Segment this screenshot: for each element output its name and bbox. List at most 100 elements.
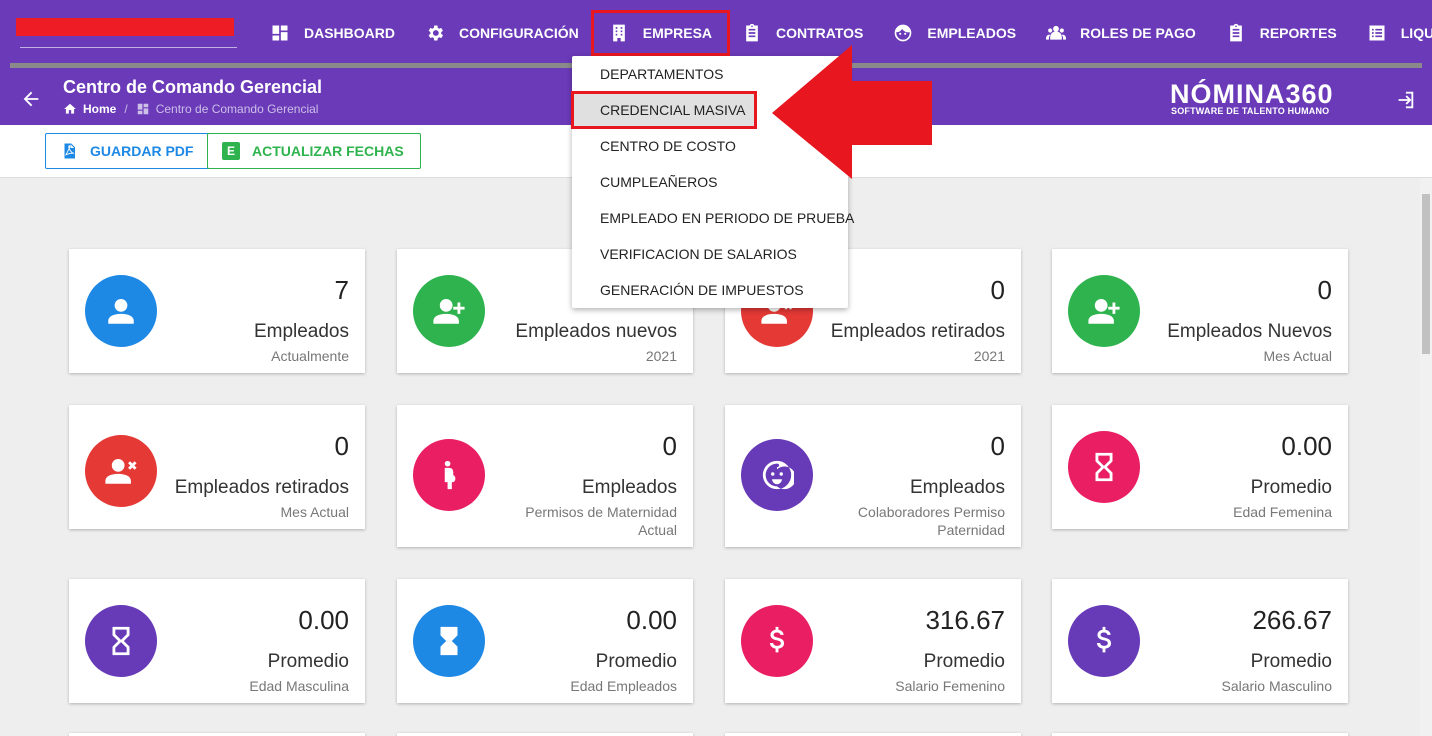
hourglass-icon — [1095, 452, 1113, 482]
card-subtitle: Permisos de Maternidad Actual — [525, 504, 677, 538]
stat-card: 0.00 Promedio Edad Masculina — [69, 579, 365, 703]
annotation-arrow-icon — [772, 45, 932, 179]
scrollbar-thumb[interactable] — [1422, 194, 1430, 354]
card-title: Empleados — [909, 477, 1005, 498]
building-icon — [612, 24, 625, 42]
card-icon-circle — [1068, 275, 1140, 347]
card-icon-circle — [413, 439, 485, 511]
redacted-company-name — [16, 18, 234, 36]
card-subtitle: 2021 — [645, 348, 677, 364]
menu-item-verificacion-salarios[interactable]: VERIFICACION DE SALARIOS — [572, 236, 848, 272]
nav-dashboard[interactable]: DASHBOARD — [255, 13, 410, 53]
company-selector-underline — [20, 47, 237, 48]
stat-card: 0.00 Promedio Edad Femenina — [1052, 405, 1348, 529]
nav-configuracion[interactable]: CONFIGURACIÓN — [410, 13, 594, 53]
menu-item-empleado-periodo-prueba[interactable]: EMPLEADO EN PERIODO DE PRUEBA — [572, 200, 854, 236]
stat-card: 266.67 Promedio Salario Masculino — [1052, 579, 1348, 703]
card-subtitle: Mes Actual — [1263, 348, 1332, 364]
user-plus-icon — [1088, 298, 1120, 324]
card-title: Promedio — [923, 651, 1005, 672]
card-title: Promedio — [1250, 651, 1332, 672]
nav-label: CONFIGURACIÓN — [459, 25, 579, 41]
card-value: 0 — [990, 275, 1005, 305]
save-pdf-button[interactable]: GUARDAR PDF — [45, 133, 211, 169]
card-value: 266.67 — [1252, 605, 1332, 635]
card-value: 0 — [334, 431, 349, 461]
back-arrow-icon[interactable] — [20, 88, 42, 110]
nav-label: ROLES DE PAGO — [1080, 25, 1196, 41]
card-value: 0.00 — [626, 605, 677, 635]
card-title: Empleados retirados — [830, 321, 1005, 342]
breadcrumb: Home / Centro de Comando Gerencial — [63, 102, 318, 116]
card-icon-circle — [1068, 431, 1140, 503]
card-value: 0.00 — [1281, 431, 1332, 461]
card-subtitle: Edad Masculina — [249, 678, 349, 694]
logout-icon[interactable] — [1394, 89, 1416, 111]
card-value: 0 — [1317, 275, 1332, 305]
stat-card: 0.00 Promedio Edad Empleados — [397, 579, 693, 703]
logo-tagline: SOFTWARE DE TALENTO HUMANO — [1171, 106, 1330, 116]
nav-liquidaciones[interactable]: LIQUIDACIONE — [1352, 13, 1432, 53]
card-subtitle: Salario Masculino — [1221, 678, 1333, 694]
card-title: Promedio — [267, 651, 349, 672]
card-value: 316.67 — [925, 605, 1005, 635]
menu-item-generacion-impuestos[interactable]: GENERACIÓN DE IMPUESTOS — [572, 272, 848, 308]
group-icon — [1046, 25, 1067, 40]
nav-label: DASHBOARD — [304, 25, 395, 41]
card-title: Promedio — [1250, 477, 1332, 498]
nav-label: LIQUIDACIONE — [1400, 25, 1432, 41]
stat-card: 0 Empleados Permisos de Maternidad Actua… — [397, 405, 693, 547]
breadcrumb-home[interactable]: Home — [83, 102, 116, 116]
dashboard-icon — [137, 103, 148, 115]
stat-card: 0 Empleados Nuevos Mes Actual — [1052, 249, 1348, 373]
user-icon — [108, 298, 134, 324]
nav-empresa[interactable]: EMPRESA — [590, 10, 731, 56]
card-subtitle: Colaboradores Permiso Paternidad — [857, 504, 1005, 538]
card-title: Promedio — [595, 651, 677, 672]
dollar-icon — [769, 626, 785, 653]
card-value: 0.00 — [298, 605, 349, 635]
pregnant-icon — [444, 460, 456, 490]
hourglass-icon — [112, 626, 130, 656]
card-icon-circle — [741, 605, 813, 677]
stat-card: 0 Empleados Colaboradores Permiso Patern… — [725, 405, 1021, 547]
card-subtitle: Salario Femenino — [895, 678, 1005, 694]
stat-card: 316.67 Promedio Salario Femenino — [725, 579, 1021, 703]
card-icon-circle — [85, 605, 157, 677]
card-value: 0 — [662, 431, 677, 461]
stat-card: 7 Empleados Actualmente — [69, 249, 365, 373]
breadcrumb-separator: / — [124, 102, 128, 116]
card-subtitle: Actualmente — [271, 348, 349, 364]
nav-roles-de-pago[interactable]: ROLES DE PAGO — [1031, 13, 1211, 53]
card-value: 7 — [334, 275, 349, 305]
update-dates-label: ACTUALIZAR FECHAS — [252, 143, 404, 159]
clipboard-icon — [746, 23, 758, 42]
menu-item-credencial-masiva[interactable]: CREDENCIAL MASIVA — [571, 91, 757, 129]
list-icon — [1369, 25, 1385, 41]
card-subtitle: 2021 — [973, 348, 1005, 364]
card-title: Empleados — [581, 477, 677, 498]
dashboard-icon — [272, 25, 288, 41]
dollar-icon — [1096, 626, 1112, 653]
card-icon-circle — [413, 605, 485, 677]
gear-icon — [428, 25, 443, 41]
card-icon-circle — [85, 435, 157, 507]
card-icon-circle — [413, 275, 485, 347]
user-plus-icon — [433, 298, 465, 324]
nav-reportes[interactable]: REPORTES — [1211, 13, 1352, 53]
update-dates-button[interactable]: E ACTUALIZAR FECHAS — [207, 133, 421, 169]
card-subtitle: Edad Femenina — [1233, 504, 1332, 520]
nav-label: CONTRATOS — [776, 25, 864, 41]
card-title: Empleados Nuevos — [1167, 321, 1332, 342]
card-icon-circle — [1068, 605, 1140, 677]
clipboard-list-icon — [1229, 23, 1242, 42]
nav-label: EMPLEADOS — [927, 25, 1017, 41]
card-subtitle: Edad Empleados — [570, 678, 677, 694]
page-title: Centro de Comando Gerencial — [63, 77, 323, 97]
excel-icon: E — [222, 142, 240, 160]
home-icon — [64, 103, 76, 114]
card-title: Empleados retirados — [174, 477, 349, 498]
baby-face-icon — [762, 460, 794, 490]
hourglass-full-icon — [440, 626, 458, 656]
stat-card: 0 Empleados retirados Mes Actual — [69, 405, 365, 529]
